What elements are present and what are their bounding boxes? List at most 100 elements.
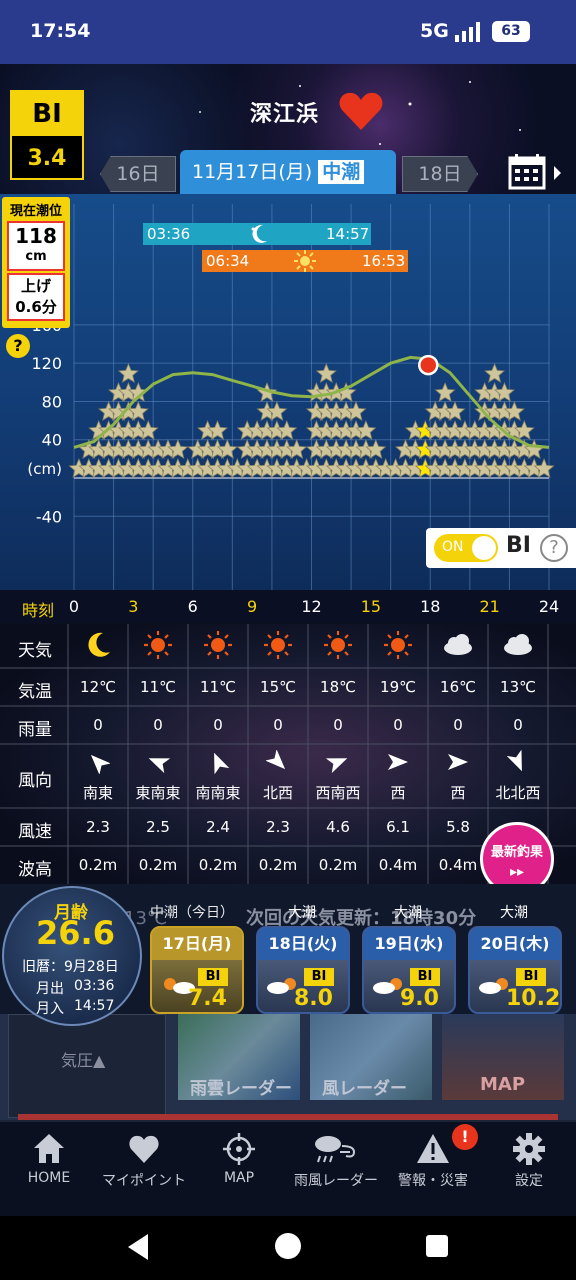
wind-dir-cell: 西 <box>390 784 406 802</box>
nav-mypoint-label: マイポイント <box>102 1173 186 1189</box>
moon-age-value: 26.6 <box>36 914 115 952</box>
time-tick: 12 <box>301 597 322 616</box>
tide-rate: 0.6分 <box>15 298 57 316</box>
nav-alerts[interactable]: 警報・災害 ! <box>390 1122 478 1212</box>
temp-cell: 18℃ <box>320 678 356 696</box>
nav-mypoint[interactable]: マイポイント <box>96 1122 192 1212</box>
sun-icon <box>188 630 248 664</box>
prev-day-button[interactable]: 16日 <box>100 156 176 192</box>
wind-speed-cell: 2.3 <box>86 818 110 836</box>
card-tide-18: 大潮 <box>288 905 316 921</box>
rain-radar-label: 雨雲レーダー <box>190 1079 292 1099</box>
moon-age-panel[interactable]: 月齢 26.6 旧暦：9月28日 月出 03:36 月入 14:57 <box>2 886 142 1026</box>
row-label-weather: 天気 <box>18 641 52 661</box>
forecast-card-19[interactable]: 19日(水) BI 9.0 <box>362 926 456 1014</box>
forecast-card-18[interactable]: 18日(火) BI 8.0 <box>256 926 350 1014</box>
crescent-moon-icon <box>251 224 267 243</box>
bi-label: BI <box>12 92 82 136</box>
wind-arrow-icon <box>428 750 488 778</box>
forecast-bi-label: BI <box>198 968 228 986</box>
wave-cell: 0.2m <box>198 856 238 874</box>
fish-icon: ▸▸ <box>509 864 525 880</box>
rain-cell: 0 <box>513 716 523 734</box>
wind-arrow-icon <box>308 750 368 778</box>
wind-speed-cell: 2.3 <box>266 818 290 836</box>
bi-star <box>434 381 456 402</box>
wave-cell: 0.4m <box>438 856 478 874</box>
wind-arrow-icon <box>68 750 128 778</box>
bi-score-box[interactable]: BI 3.4 <box>10 90 84 180</box>
rain-cell: 0 <box>273 716 283 734</box>
moonset-value: 14:57 <box>74 998 115 1014</box>
forecast-date: 20日(木) <box>470 928 560 960</box>
row-label-wind-dir: 風向 <box>18 771 52 791</box>
forecast-bi-label: BI <box>410 968 440 986</box>
y-tick-label: 80 <box>42 392 62 411</box>
back-icon[interactable] <box>124 1232 152 1262</box>
alerts-badge: ! <box>452 1124 478 1150</box>
wind-speed-cell: 4.6 <box>326 818 350 836</box>
sun-icon <box>128 630 188 664</box>
y-tick-label: -40 <box>36 507 62 526</box>
row-label-rain: 雨量 <box>18 720 52 740</box>
rain-radar-tab[interactable]: 雨雲レーダー <box>178 1014 300 1100</box>
y-tick-label: 40 <box>42 431 62 450</box>
home-button-icon[interactable] <box>275 1233 301 1259</box>
forecast-bi-value: 10.2 <box>506 986 561 1011</box>
pressure-tab[interactable]: 気圧▲ <box>8 1014 166 1118</box>
forecast-bi-value: 8.0 <box>294 986 333 1011</box>
pressure-label: 気圧▲ <box>61 1051 106 1070</box>
prev-day-label: 16日 <box>116 163 160 185</box>
moonrise-value: 03:36 <box>74 978 115 994</box>
rain-cell: 0 <box>93 716 103 734</box>
current-tide-title: 現在潮位 <box>9 204 62 219</box>
status-bar: 17:54 5G 63 <box>0 0 576 64</box>
tide-level-unit: cm <box>25 249 47 264</box>
map-tab[interactable]: MAP <box>442 1014 564 1100</box>
network-type: 5G <box>420 20 449 42</box>
wind-dir-cell: 南東 <box>82 784 113 802</box>
latest-catch-label: 最新釣果 <box>490 845 543 860</box>
home-icon <box>34 1134 64 1163</box>
nav-settings[interactable]: 設定 <box>494 1122 564 1212</box>
cloud-icon <box>488 630 548 664</box>
card-tide-19: 大潮 <box>394 905 422 921</box>
wind-arrow-icon <box>368 750 428 778</box>
forecast-card-20[interactable]: 20日(木) BI 10.2 <box>468 926 562 1014</box>
nav-home[interactable]: HOME <box>14 1122 84 1212</box>
sun-icon <box>368 630 428 664</box>
sun-time-bar: 06:34 16:53 <box>202 250 408 272</box>
forecast-date: 18日(火) <box>258 928 348 960</box>
wind-dir-cell: 東南東 <box>135 784 181 802</box>
favorite-heart-icon[interactable] <box>338 90 384 132</box>
moonrise-time: 03:36 <box>147 225 191 243</box>
old-calendar: 旧暦：9月28日 <box>22 959 119 975</box>
forecast-card-17[interactable]: 17日(月) BI 7.4 <box>150 926 244 1014</box>
time-tick: 6 <box>187 597 198 616</box>
status-time: 17:54 <box>30 20 91 42</box>
recents-icon[interactable] <box>426 1235 448 1257</box>
time-tick: 0 <box>68 597 80 616</box>
wave-cell: 0.2m <box>258 856 298 874</box>
current-tide-panel: 現在潮位 118 cm 上げ 0.6分 <box>2 197 70 328</box>
nav-radar[interactable]: 雨風レーダー <box>286 1122 386 1212</box>
toggle-switch[interactable]: ON <box>434 534 498 562</box>
bi-star <box>117 362 139 383</box>
wave-cell: 0.2m <box>138 856 178 874</box>
nav-radar-label: 雨風レーダー <box>294 1173 378 1189</box>
forecast-bi-label: BI <box>516 968 546 986</box>
wind-radar-tab[interactable]: 風レーダー <box>310 1014 432 1100</box>
next-day-button[interactable]: 18日 <box>402 156 478 192</box>
nav-map[interactable]: MAP <box>206 1122 272 1212</box>
forecast-bi-value: 9.0 <box>400 986 439 1011</box>
rain-cell: 0 <box>333 716 343 734</box>
bi-toggle-label: BI <box>506 533 531 558</box>
calendar-icon[interactable] <box>506 154 568 190</box>
help-icon[interactable]: ? <box>6 334 30 358</box>
bi-toggle[interactable]: ON BI ? <box>426 528 576 568</box>
time-tick: 18 <box>420 597 441 616</box>
bi-help-icon[interactable]: ? <box>540 534 568 562</box>
tide-trend-box: 上げ 0.6分 <box>7 273 65 321</box>
temp-cell: 16℃ <box>440 678 476 696</box>
toggle-state: ON <box>442 539 464 555</box>
